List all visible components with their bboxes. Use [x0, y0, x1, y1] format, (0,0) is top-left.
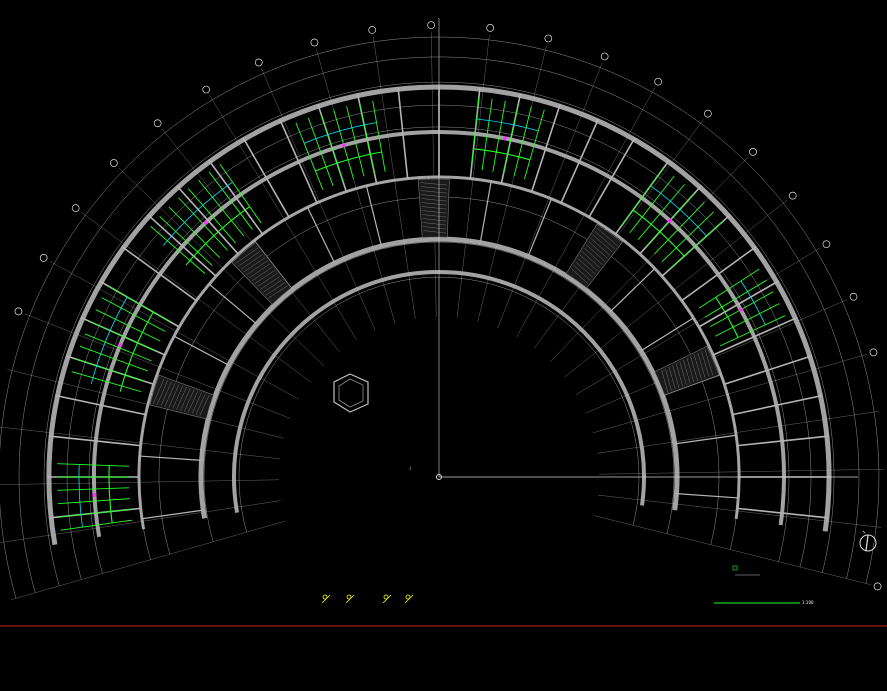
valve-marker [667, 218, 672, 223]
valve-marker [738, 307, 743, 312]
valve-marker [92, 493, 97, 498]
drawing-background [0, 0, 887, 686]
axis-bubble [427, 21, 435, 29]
axis-bubble [704, 109, 712, 118]
axis-bubble [310, 38, 319, 47]
axis-bubble [153, 119, 162, 128]
axis-bubble [873, 582, 882, 591]
axis-bubble [39, 254, 48, 262]
axis-bubble [654, 77, 662, 86]
axis-bubble [71, 204, 80, 212]
valve-marker [203, 220, 208, 225]
axis-bubble [14, 307, 23, 316]
axis-bubble [486, 24, 495, 32]
valve-marker [502, 136, 507, 141]
axis-bubble [822, 240, 831, 249]
drawing-scale: 1:100 [802, 600, 814, 605]
valve-marker [341, 143, 346, 148]
axis-bubble [849, 292, 858, 301]
axis-bubble [749, 148, 757, 156]
cad-drawing-canvas[interactable]: 4 1:100 [0, 0, 887, 686]
axis-bubble [788, 191, 797, 200]
axis-bubble [202, 85, 211, 94]
valve-marker [118, 342, 123, 347]
axis-bubble [110, 159, 118, 167]
axis-bubble [869, 348, 878, 357]
axis-bubble [600, 52, 609, 61]
axis-bubble [254, 58, 263, 67]
axis-bubble [544, 34, 553, 43]
semicircular-floor-plan: 4 1:100 [0, 0, 887, 686]
axis-bubble [368, 26, 377, 34]
